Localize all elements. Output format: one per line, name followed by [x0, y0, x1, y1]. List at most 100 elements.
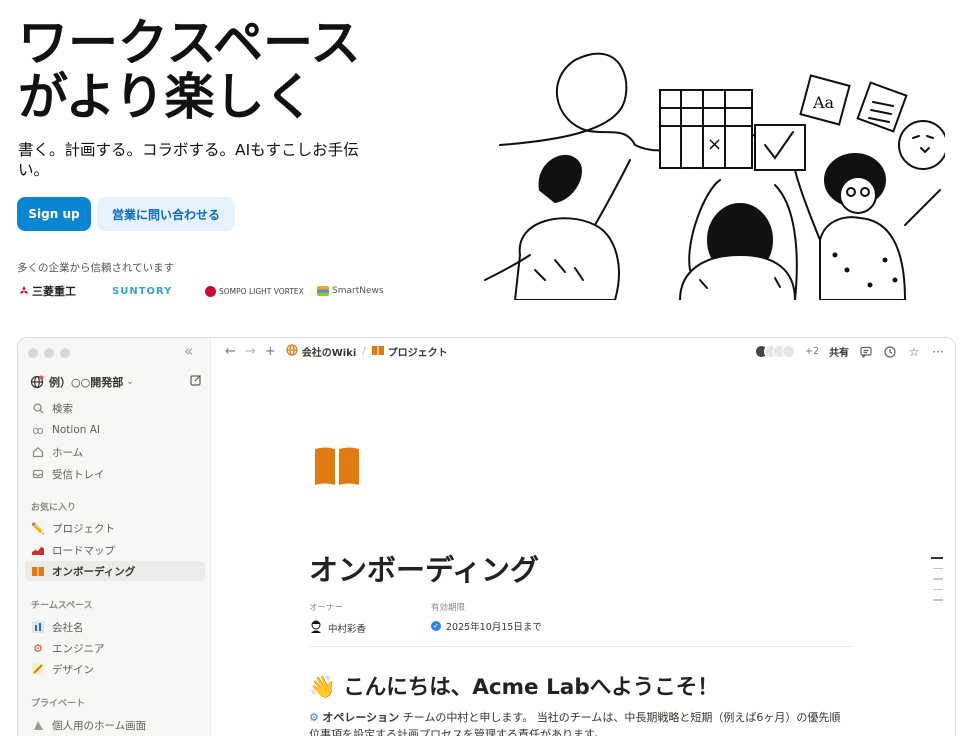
due-value[interactable]: ✓ 2025年10月15日まで	[431, 619, 542, 633]
breadcrumb-wiki[interactable]: 会社のWiki	[302, 344, 357, 359]
app-window: « 例）○○開発部 ⌄ 検索 ꝏ Notion AI ホーム 受信トレイ お気に…	[17, 337, 956, 736]
divider	[309, 646, 852, 647]
toc-line[interactable]	[933, 599, 943, 601]
due-date: 2025年10月15日まで	[446, 622, 542, 633]
extra-collaborators-count: +2	[804, 346, 819, 357]
verified-icon: ✓	[431, 621, 441, 631]
star-icon[interactable]: ☆	[907, 345, 921, 359]
smartnews-logo: SmartNews	[317, 282, 384, 300]
page-content: オンボーディング オーナー 中村彩香 有効期限 ✓ 2025年10月15日まで …	[211, 365, 955, 736]
add-icon[interactable]: +	[265, 344, 276, 359]
workspace-name: 例）○○開発部	[49, 376, 124, 389]
window-controls	[28, 348, 70, 358]
hero-title: ワークスペース がより楽しく	[18, 16, 361, 124]
table-of-contents[interactable]	[931, 557, 943, 610]
avatar	[309, 619, 323, 636]
intro-paragraph[interactable]: ⚙ オペレーション チームの中村と申します。 当社のチームは、中長期戦略と短期（…	[309, 709, 849, 736]
sidebar-item-company[interactable]: 会社名	[25, 617, 205, 637]
comment-icon[interactable]	[859, 345, 873, 359]
hero-title-line1: ワークスペース	[18, 14, 361, 72]
new-page-icon[interactable]	[190, 374, 202, 389]
sidebar: « 例）○○開発部 ⌄ 検索 ꝏ Notion AI ホーム 受信トレイ お気に…	[18, 338, 211, 736]
chevron-down-icon: ⌄	[126, 377, 134, 387]
customer-logos: 三菱重工 SUNTORY SOMPO LIGHT VORTEX SmartNew…	[17, 282, 397, 300]
svg-text:Aa: Aa	[812, 93, 835, 112]
sidebar-item-personal-home[interactable]: 個人用のホーム画面	[25, 715, 205, 735]
chart-icon	[31, 543, 45, 557]
sidebar-item-design[interactable]: デザイン	[25, 659, 205, 679]
history-icon[interactable]	[883, 345, 897, 359]
sidebar-item-label: 受信トレイ	[52, 468, 105, 481]
signup-button[interactable]: Sign up	[17, 197, 91, 231]
search-icon	[31, 401, 45, 415]
smartnews-text: SmartNews	[332, 286, 384, 296]
breadcrumb-separator: /	[362, 346, 366, 357]
breadcrumb: 会社のWiki / プロジェクト	[286, 344, 448, 359]
nav-arrows: ← → +	[225, 344, 276, 359]
sidebar-item-search[interactable]: 検索	[25, 398, 205, 418]
sompo-text: SOMPO LIGHT VORTEX	[219, 286, 304, 296]
private-heading: プライベート	[31, 699, 86, 709]
owner-value[interactable]: 中村彩香	[309, 619, 366, 636]
home-icon	[31, 445, 45, 459]
sidebar-item-roadmap[interactable]: ロードマップ	[25, 540, 205, 560]
workspace-switcher[interactable]: 例）○○開発部 ⌄	[30, 372, 202, 392]
sidebar-item-label: 検索	[52, 402, 73, 415]
globe-crumb-icon	[286, 344, 298, 359]
svg-text:×: ×	[707, 134, 722, 155]
collaborator-avatars[interactable]	[754, 345, 795, 358]
collapse-sidebar-icon[interactable]: «	[184, 342, 193, 360]
favorites-heading: お気に入り	[31, 503, 77, 513]
avatar	[781, 345, 795, 358]
book-icon	[31, 564, 45, 578]
sidebar-item-label: 会社名	[52, 621, 84, 634]
sidebar-item-engineer[interactable]: ⚙ エンジニア	[25, 638, 205, 658]
teamspace-heading: チームスペース	[31, 601, 93, 611]
share-button[interactable]: 共有	[829, 344, 849, 359]
sidebar-item-onboarding[interactable]: オンボーディング	[25, 561, 205, 581]
sidebar-item-notion-ai[interactable]: ꝏ Notion AI	[25, 420, 205, 440]
topbar: ← → + 会社のWiki / プロジェクト +2 共有 ☆ ···	[211, 338, 955, 365]
globe-icon	[30, 375, 44, 389]
operations-mention[interactable]: オペレーション	[322, 711, 399, 724]
sompo-logo: SOMPO LIGHT VORTEX	[205, 282, 304, 300]
gear-icon: ⚙	[309, 711, 319, 724]
toc-line[interactable]	[933, 588, 943, 590]
gear-icon: ⚙	[33, 641, 43, 655]
contact-sales-button[interactable]: 営業に問い合わせる	[97, 197, 235, 231]
inbox-icon	[31, 467, 45, 481]
page-title[interactable]: オンボーディング	[309, 547, 539, 589]
back-arrow-icon[interactable]: ←	[225, 344, 236, 359]
ruler-icon	[31, 662, 45, 676]
toc-line[interactable]	[933, 578, 943, 580]
sidebar-item-label: 個人用のホーム画面	[52, 719, 147, 732]
forward-arrow-icon[interactable]: →	[245, 344, 256, 359]
close-dot[interactable]	[28, 348, 38, 358]
sidebar-item-project[interactable]: ✏️ プロジェクト	[25, 518, 205, 538]
mitsubishi-logo: 三菱重工	[19, 282, 76, 300]
more-icon[interactable]: ···	[931, 345, 945, 359]
minimize-dot[interactable]	[44, 348, 54, 358]
breadcrumb-project[interactable]: プロジェクト	[388, 344, 448, 359]
sidebar-item-label: Notion AI	[52, 424, 101, 436]
sidebar-item-inbox[interactable]: 受信トレイ	[25, 464, 205, 484]
sidebar-item-home[interactable]: ホーム	[25, 442, 205, 462]
owner-name: 中村彩香	[328, 623, 367, 635]
owner-label: オーナー	[309, 603, 344, 613]
suntory-logo: SUNTORY	[112, 285, 173, 297]
hero-subtitle: 書く。計画する。コラボする。AIもすこしお手伝い。	[18, 141, 359, 179]
book-page-icon[interactable]	[313, 445, 361, 487]
building-icon	[31, 620, 45, 634]
hero-title-line2: がより楽しく	[18, 68, 315, 126]
due-label: 有効期限	[431, 603, 466, 613]
maximize-dot[interactable]	[60, 348, 70, 358]
toc-line[interactable]	[931, 557, 943, 559]
hero-illustration: × Aa	[484, 52, 945, 300]
mitsubishi-text: 三菱重工	[32, 285, 76, 298]
ai-icon: ꝏ	[32, 423, 44, 437]
toc-line[interactable]	[933, 567, 943, 569]
welcome-heading[interactable]: 👋 こんにちは、Acme Labへようこそ！	[309, 670, 719, 701]
sidebar-item-label: ホーム	[52, 446, 84, 459]
topbar-actions: +2 共有 ☆ ···	[754, 338, 945, 365]
sidebar-item-label: ロードマップ	[52, 544, 115, 557]
